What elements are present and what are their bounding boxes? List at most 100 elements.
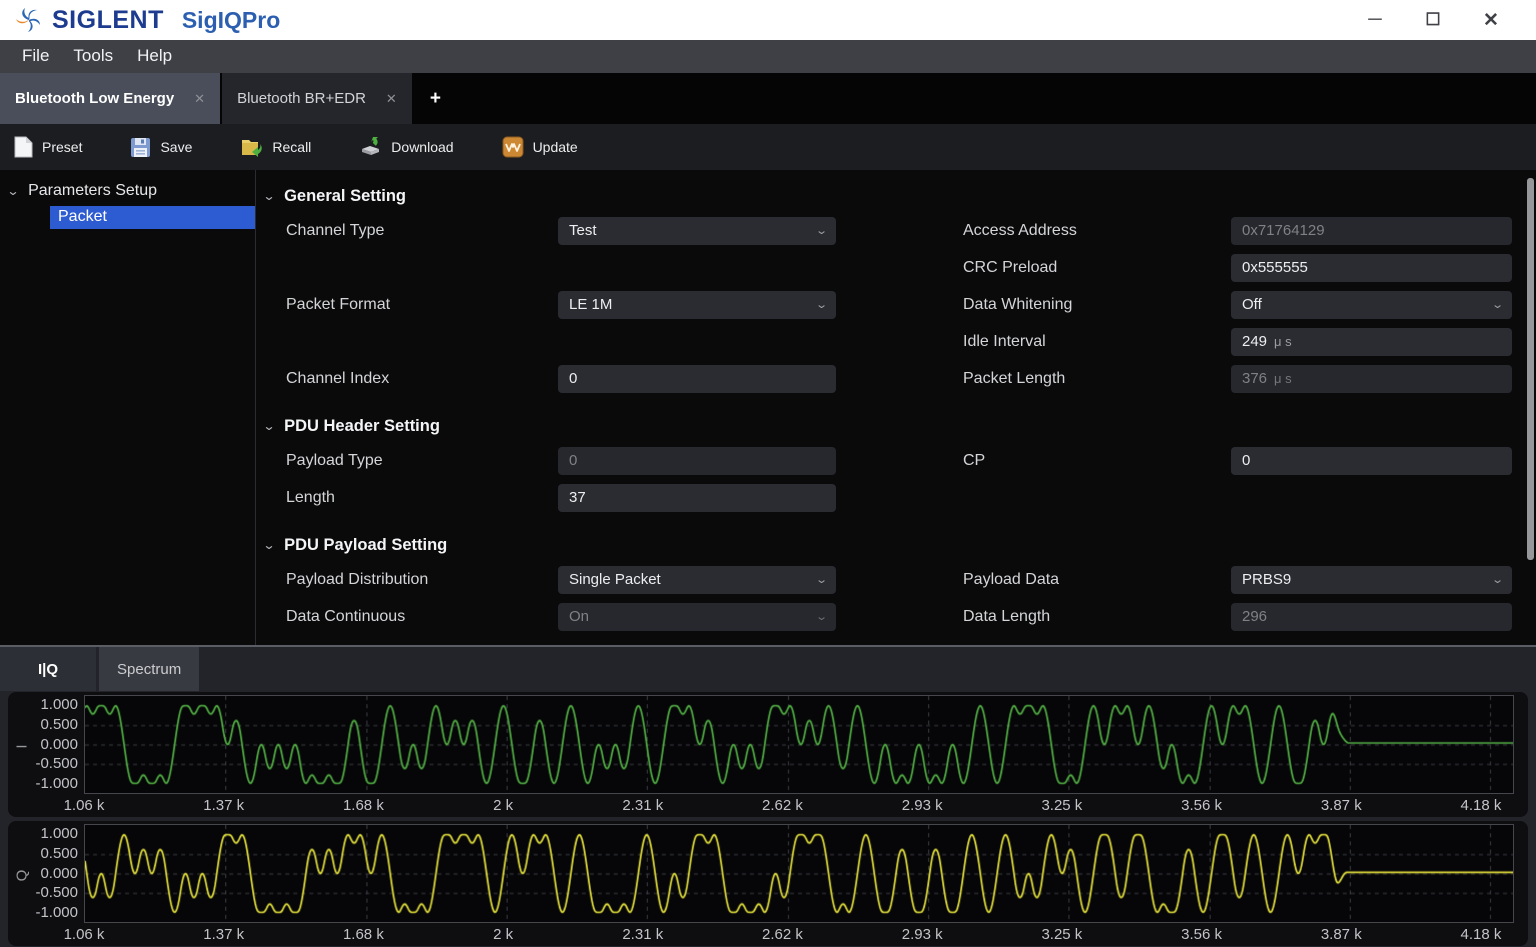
viewer-tab-spectrum[interactable]: Spectrum	[99, 647, 199, 691]
update-icon	[502, 136, 524, 158]
viewer-tab-iq[interactable]: I|Q	[0, 647, 96, 691]
maximize-button[interactable]: ☐	[1404, 10, 1462, 30]
section-header-general-setting[interactable]: ⌄General Setting	[256, 180, 1536, 212]
field-label: Packet Length	[963, 370, 1231, 388]
waveform-viewer: I|QSpectrum I1.0000.5000.000-0.500-1.000…	[0, 647, 1536, 947]
crc-preload-field[interactable]: 0x555555	[1231, 254, 1512, 282]
field-value: 0x71764129	[1242, 222, 1325, 239]
x-tick-label: 2.93 k	[882, 926, 962, 943]
x-tick-label: 1.68 k	[323, 797, 403, 814]
x-tick-label: 3.56 k	[1162, 797, 1242, 814]
field-label: Data Continuous	[286, 608, 558, 626]
x-tick-label: 3.87 k	[1301, 926, 1381, 943]
field-value: 0	[569, 370, 577, 387]
x-tick-label: 4.18 k	[1441, 926, 1521, 943]
field-value: On	[569, 608, 589, 625]
plot-area[interactable]	[84, 824, 1514, 923]
preset-button[interactable]: Preset	[14, 136, 82, 158]
field-label: Payload Type	[286, 452, 558, 470]
y-tick-label: 0.000	[10, 738, 78, 752]
download-button[interactable]: Download	[359, 136, 453, 158]
toolbar: Preset Save Recall Download Update	[0, 124, 1536, 170]
vertical-scrollbar[interactable]	[1527, 178, 1534, 560]
close-icon[interactable]: ✕	[194, 91, 205, 107]
menu-file[interactable]: File	[10, 46, 61, 68]
field-label: Payload Distribution	[286, 571, 558, 589]
title-bar: SIGLENT SigIQPro ─☐✕	[0, 0, 1536, 40]
payload-distribution-select[interactable]: Single Packet ⌄	[558, 566, 836, 594]
menu-bar: FileToolsHelp	[0, 40, 1536, 73]
y-tick-label: 0.500	[10, 847, 78, 861]
y-tick-label: 1.000	[10, 698, 78, 712]
minimize-button[interactable]: ─	[1346, 9, 1404, 31]
i-waveform-canvas	[85, 696, 1513, 793]
iq-chart-card-q: Q1.0000.5000.000-0.500-1.0001.06 k1.37 k…	[8, 821, 1528, 946]
chevron-down-icon: ⌄	[815, 224, 828, 237]
siglent-logo-icon	[12, 3, 46, 37]
packet-format-select[interactable]: LE 1M ⌄	[558, 291, 836, 319]
x-tick-label: 2.31 k	[603, 797, 683, 814]
toolbar-button-label: Preset	[42, 139, 82, 155]
tab-bluetooth-low-energy[interactable]: Bluetooth Low Energy ✕	[0, 73, 220, 124]
cp-field[interactable]: 0	[1231, 447, 1512, 475]
viewer-tab-bar: I|QSpectrum	[0, 647, 1536, 691]
chevron-down-icon: ⌄	[815, 298, 828, 311]
packet-length-field: 376μ s	[1231, 365, 1512, 393]
field-value: Test	[569, 222, 597, 239]
payload-data-select[interactable]: PRBS9⌄	[1231, 566, 1512, 594]
chevron-down-icon: ⌄	[262, 189, 275, 203]
field-value: Off	[1242, 296, 1262, 313]
plot-area[interactable]	[84, 695, 1514, 794]
iq-chart-card-i: I1.0000.5000.000-0.500-1.0001.06 k1.37 k…	[8, 692, 1528, 817]
data-length-field: 296	[1231, 603, 1512, 631]
close-icon[interactable]: ✕	[386, 91, 397, 107]
window-controls: ─☐✕	[1346, 9, 1520, 32]
y-tick-label: 0.500	[10, 718, 78, 732]
new-tab-button[interactable]: +	[414, 73, 457, 124]
channel-type-select[interactable]: Test ⌄	[558, 217, 836, 245]
brand-text: SIGLENT	[52, 6, 164, 35]
chevron-down-icon: ⌄	[262, 538, 275, 552]
menu-tools[interactable]: Tools	[61, 46, 125, 68]
field-label: CRC Preload	[963, 259, 1231, 277]
form-row: Channel Index0Packet Length376μ s	[256, 360, 1536, 397]
x-tick-label: 2 k	[463, 797, 543, 814]
section-header-pdu-payload-setting[interactable]: ⌄PDU Payload Setting	[256, 529, 1536, 561]
q-waveform-canvas	[85, 825, 1513, 922]
field-value: 0	[569, 452, 577, 469]
toolbar-button-label: Download	[391, 139, 453, 155]
chevron-down-icon: ⌄	[815, 573, 828, 586]
y-tick-label: 1.000	[10, 827, 78, 841]
update-button[interactable]: Update	[502, 136, 578, 158]
section-header-pdu-header-setting[interactable]: ⌄PDU Header Setting	[256, 410, 1536, 442]
save-button[interactable]: Save	[130, 137, 192, 158]
close-button[interactable]: ✕	[1462, 9, 1520, 32]
field-label: Data Length	[963, 608, 1231, 626]
tab-label: Bluetooth BR+EDR	[237, 90, 366, 107]
tree-node-parameters-setup[interactable]: ⌄ Parameters Setup	[0, 182, 255, 200]
menu-help[interactable]: Help	[125, 46, 184, 68]
tab-label: Bluetooth Low Energy	[15, 90, 174, 107]
form-row: Payload Type0CP0	[256, 442, 1536, 479]
tree-item-packet[interactable]: Packet	[50, 206, 255, 229]
y-tick-label: 0.000	[10, 867, 78, 881]
length-field[interactable]: 37	[558, 484, 836, 512]
field-value: 249	[1242, 333, 1267, 350]
x-tick-label: 1.06 k	[44, 797, 124, 814]
tab-bluetooth-br-edr[interactable]: Bluetooth BR+EDR ✕	[222, 73, 412, 124]
toolbar-button-label: Update	[533, 139, 578, 155]
payload-type-field: 0	[558, 447, 836, 475]
x-tick-label: 2.62 k	[742, 926, 822, 943]
x-tick-label: 2.62 k	[742, 797, 822, 814]
channel-index-field[interactable]: 0	[558, 365, 836, 393]
idle-interval-field[interactable]: 249μ s	[1231, 328, 1512, 356]
form-row	[256, 635, 1536, 645]
y-tick-label: -1.000	[10, 906, 78, 920]
field-value: LE 1M	[569, 296, 612, 313]
field-value: 0x555555	[1242, 259, 1308, 276]
x-tick-label: 3.25 k	[1022, 797, 1102, 814]
chevron-down-icon: ⌄	[1491, 573, 1504, 586]
data-whitening-select[interactable]: Off⌄	[1231, 291, 1512, 319]
field-value: Single Packet	[569, 571, 661, 588]
recall-button[interactable]: Recall	[240, 136, 311, 158]
